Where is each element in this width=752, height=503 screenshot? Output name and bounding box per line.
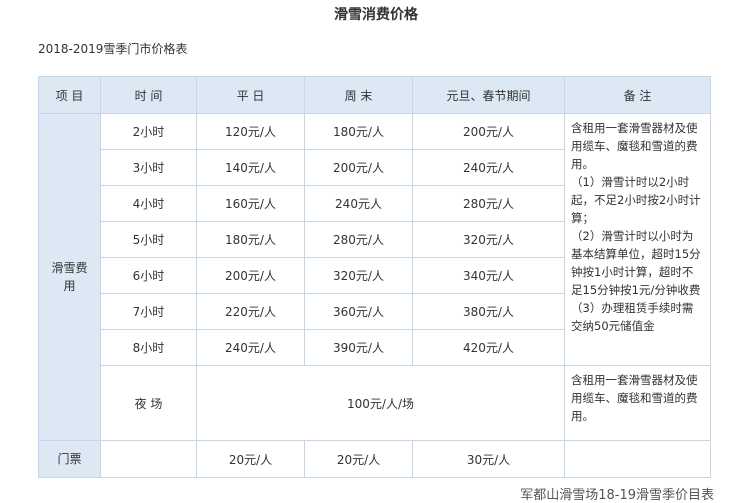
time-cell: 8小时	[100, 329, 197, 366]
weekend-price: 180元/人	[304, 113, 413, 150]
header-time: 时 间	[100, 76, 197, 114]
category-ticket: 门票	[38, 440, 101, 478]
table-row-night: 夜 场 100元/人/场 含租用一套滑雪器材及使 用缆车、魔毯和雪道的费 用。	[39, 365, 711, 441]
holiday-price: 280元/人	[412, 185, 565, 222]
time-cell: 4小时	[100, 185, 197, 222]
note-line: 钟按1小时计算，超时不	[571, 265, 694, 279]
note-line: 交纳50元储值金	[571, 319, 655, 333]
note-line: （1）滑雪计时以2小时	[571, 175, 690, 189]
holiday-price: 420元/人	[412, 329, 565, 366]
weekday-price: 120元/人	[196, 113, 305, 150]
night-time-cell: 夜 场	[100, 365, 197, 441]
table-row-ticket: 门票 20元/人 20元/人 30元/人	[38, 440, 711, 478]
header-item: 项 目	[38, 76, 101, 114]
weekday-price: 140元/人	[196, 149, 305, 186]
header-weekday: 平 日	[196, 76, 305, 114]
header-weekend: 周 末	[304, 76, 413, 114]
note-line: 用缆车、魔毯和雪道的费	[571, 139, 698, 153]
weekday-price: 200元/人	[196, 257, 305, 294]
weekday-price: 240元/人	[196, 329, 305, 366]
note-line: 含租用一套滑雪器材及使	[571, 373, 698, 387]
weekend-price: 280元/人	[304, 221, 413, 258]
note-line: 用。	[571, 157, 594, 171]
holiday-price: 320元/人	[412, 221, 565, 258]
weekend-price: 320元/人	[304, 257, 413, 294]
time-cell: 5小时	[100, 221, 197, 258]
holiday-price: 240元/人	[412, 149, 565, 186]
price-table: 项 目 时 间 平 日 周 末 元旦、春节期间 备 注 滑雪费 用 2小时 12…	[38, 76, 711, 478]
time-cell: 7小时	[100, 293, 197, 330]
ticket-time-cell	[100, 440, 197, 478]
weekend-price: 200元/人	[304, 149, 413, 186]
table-header-row: 项 目 时 间 平 日 周 末 元旦、春节期间 备 注	[38, 76, 711, 114]
header-notes: 备 注	[564, 76, 711, 114]
time-cell: 6小时	[100, 257, 197, 294]
holiday-price: 380元/人	[412, 293, 565, 330]
category-ski-fee: 滑雪费 用	[38, 113, 101, 441]
notes-day: 含租用一套滑雪器材及使 用缆车、魔毯和雪道的费 用。 （1）滑雪计时以2小时 起…	[564, 113, 711, 366]
weekend-price: 240元人	[304, 185, 413, 222]
night-price: 100元/人/场	[196, 365, 565, 441]
weekday-price: 160元/人	[196, 185, 305, 222]
category-ski-fee-line-1: 滑雪费	[51, 261, 88, 275]
table-subtitle: 2018-2019雪季门市价格表	[38, 42, 188, 56]
holiday-price: 200元/人	[412, 113, 565, 150]
weekday-price: 180元/人	[196, 221, 305, 258]
category-ski-fee-line-2: 用	[63, 279, 76, 293]
image-caption: 军都山滑雪场18-19滑雪季价目表	[520, 488, 714, 503]
page-title: 滑雪消费价格	[334, 7, 418, 23]
holiday-price: 340元/人	[412, 257, 565, 294]
ticket-weekend-price: 20元/人	[304, 440, 413, 478]
note-line: （3）办理租赁手续时需	[571, 301, 694, 315]
table-row: 滑雪费 用 2小时 120元/人 180元/人 200元/人 含租用一套滑雪器材…	[38, 113, 711, 441]
header-holiday: 元旦、春节期间	[412, 76, 565, 114]
note-line: 足15分钟按1元/分钟收费	[571, 283, 701, 297]
ticket-weekday-price: 20元/人	[196, 440, 305, 478]
time-cell: 3小时	[100, 149, 197, 186]
weekend-price: 390元/人	[304, 329, 413, 366]
weekend-price: 360元/人	[304, 293, 413, 330]
note-line: 含租用一套滑雪器材及使	[571, 121, 698, 135]
ticket-holiday-price: 30元/人	[412, 440, 565, 478]
time-cell: 2小时	[100, 113, 197, 150]
note-line: （2）滑雪计时以小时为	[571, 229, 694, 243]
notes-night: 含租用一套滑雪器材及使 用缆车、魔毯和雪道的费 用。	[564, 365, 711, 441]
note-line: 算；	[571, 211, 594, 225]
note-line: 基本结算单位，超时15分	[571, 247, 701, 261]
weekday-price: 220元/人	[196, 293, 305, 330]
note-line: 用。	[571, 409, 594, 423]
ticket-note	[564, 440, 711, 478]
note-line: 起，不足2小时按2小时计	[571, 193, 701, 207]
note-line: 用缆车、魔毯和雪道的费	[571, 391, 698, 405]
